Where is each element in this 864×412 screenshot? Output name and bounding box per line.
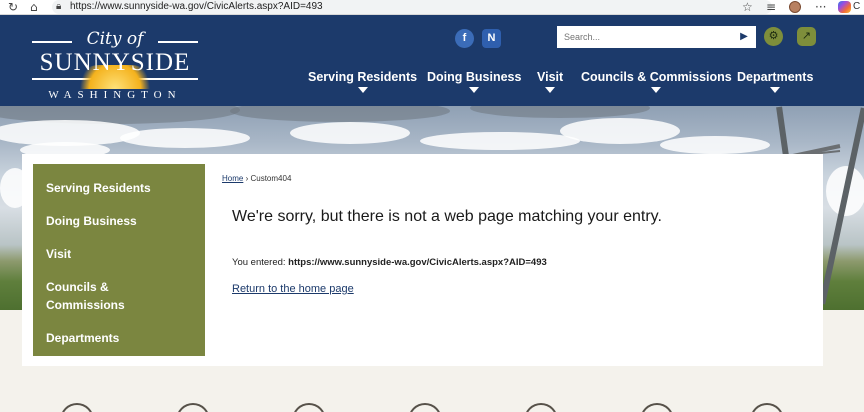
breadcrumb: Home › Custom404	[222, 174, 291, 183]
nav-visit[interactable]: Visit	[537, 70, 563, 93]
nav-label: Visit	[537, 70, 564, 84]
return-home-link[interactable]: Return to the home page	[232, 283, 354, 295]
site-header: City of SUNNYSIDE WASHINGTON f N ▶ ⚙ ↗ S…	[0, 15, 864, 106]
site-search: ▶	[557, 26, 756, 48]
address-url[interactable]: https://www.sunnyside-wa.gov/CivicAlerts…	[70, 0, 323, 14]
sidebar-item-commissions[interactable]: Commissions	[46, 296, 125, 314]
nav-label: Doing Business	[427, 70, 522, 84]
copilot-icon[interactable]	[838, 1, 851, 13]
sidebar-item-visit[interactable]: Visit	[46, 245, 71, 263]
nav-departments[interactable]: Departments	[737, 70, 813, 93]
nav-councils-commissions[interactable]: Councils & Commissions	[581, 70, 732, 93]
chevron-down-icon	[770, 87, 781, 93]
entered-url-line: You entered: https://www.sunnyside-wa.go…	[232, 257, 547, 268]
entered-url: https://www.sunnyside-wa.gov/CivicAlerts…	[288, 257, 547, 268]
error-heading: We're sorry, but there is not a web page…	[232, 208, 662, 225]
logo-state: WASHINGTON	[48, 89, 182, 101]
sidebar-item-departments[interactable]: Departments	[46, 329, 119, 347]
logo-rule-left	[32, 41, 72, 43]
breadcrumb-home-link[interactable]: Home	[222, 174, 243, 183]
sidebar-nav: Serving Residents Doing Business Visit C…	[33, 164, 205, 356]
home-icon[interactable]: ⌂	[30, 0, 38, 14]
sidebar-item-councils[interactable]: Councils &	[46, 278, 109, 296]
notify-me-icon[interactable]: N	[482, 29, 501, 48]
breadcrumb-current: Custom404	[250, 174, 292, 183]
share-icon[interactable]: ↗	[797, 27, 816, 46]
logo-rule-right	[158, 41, 198, 43]
favorite-star-icon[interactable]: ☆	[742, 0, 753, 14]
chevron-down-icon	[469, 87, 480, 93]
lock-icon[interactable]: 🔒︎	[56, 0, 61, 14]
chevron-down-icon	[357, 87, 368, 93]
browser-toolbar: ↻ ⌂ 🔒︎ https://www.sunnyside-wa.gov/Civi…	[0, 0, 864, 15]
entered-label: You entered:	[232, 257, 286, 268]
more-menu-icon[interactable]: ···	[815, 0, 826, 14]
city-logo[interactable]: City of SUNNYSIDE WASHINGTON	[28, 29, 202, 101]
chevron-down-icon	[545, 87, 556, 93]
profile-avatar[interactable]	[789, 1, 801, 13]
nav-doing-business[interactable]: Doing Business	[427, 70, 521, 93]
logo-city-of: City of	[86, 29, 144, 49]
refresh-icon[interactable]: ↻	[8, 0, 18, 14]
sidebar-item-serving-residents[interactable]: Serving Residents	[46, 179, 151, 197]
nav-label: Councils & Commissions	[581, 70, 732, 84]
chevron-down-icon	[651, 87, 662, 93]
nav-serving-residents[interactable]: Serving Residents	[308, 70, 417, 93]
favorites-list-icon[interactable]: ≡	[766, 0, 776, 14]
breadcrumb-separator: ›	[245, 174, 249, 183]
content-panel: Serving Residents Doing Business Visit C…	[22, 154, 823, 366]
sidebar-item-doing-business[interactable]: Doing Business	[46, 212, 137, 230]
nav-label: Departments	[737, 70, 814, 84]
tab-fragment: C	[853, 1, 861, 12]
facebook-icon[interactable]: f	[455, 29, 474, 48]
logo-name: SUNNYSIDE	[39, 49, 191, 76]
nav-label: Serving Residents	[308, 70, 418, 84]
settings-gear-icon[interactable]: ⚙	[764, 27, 783, 46]
search-input[interactable]	[557, 26, 732, 48]
search-submit-icon[interactable]: ▶	[736, 29, 752, 45]
